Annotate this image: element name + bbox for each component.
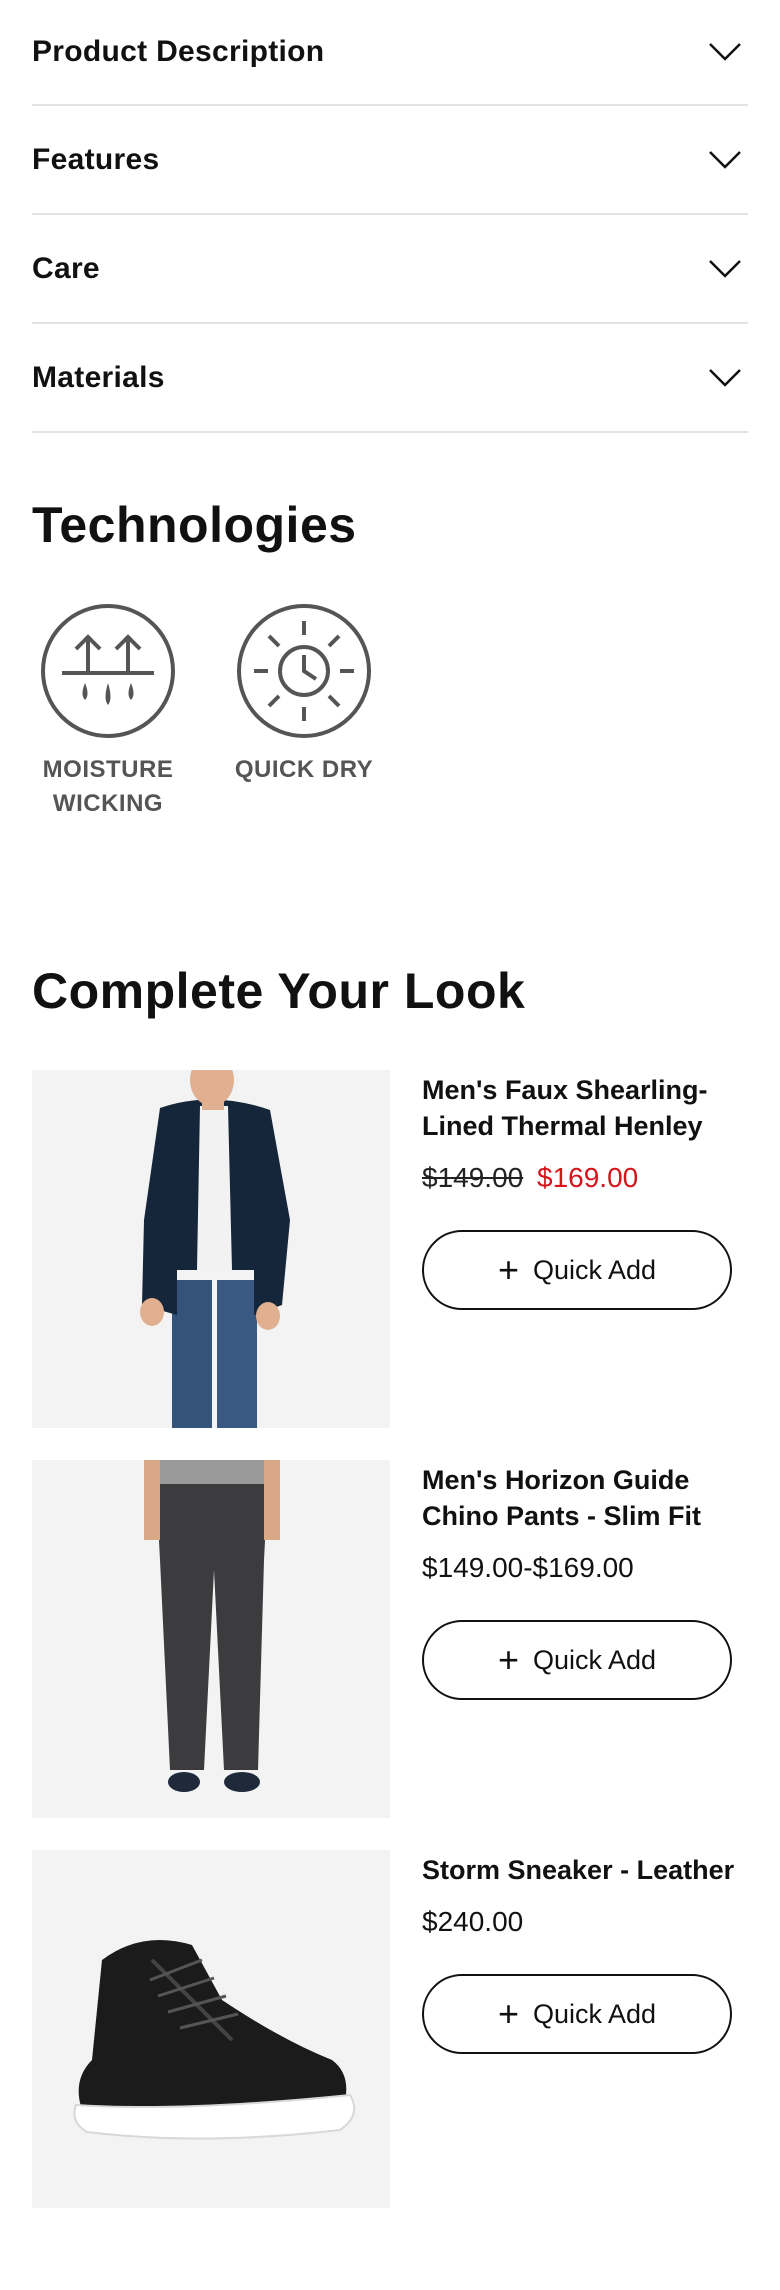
product-name[interactable]: Storm Sneaker - Leather bbox=[422, 1852, 748, 1888]
accordion-care[interactable]: Care bbox=[32, 215, 748, 324]
tech-item-moisture-wicking: MOISTURE WICKING bbox=[32, 603, 184, 821]
price: $240.00 bbox=[422, 1906, 524, 1937]
product-info: Storm Sneaker - Leather $240.00 + Quick … bbox=[422, 1850, 748, 2208]
man-in-blazer-image bbox=[32, 1070, 390, 1428]
product-list: Men's Faux Shearling-Lined Thermal Henle… bbox=[32, 1070, 748, 2240]
product-name[interactable]: Men's Faux Shearling-Lined Thermal Henle… bbox=[422, 1072, 748, 1144]
moisture-wicking-icon bbox=[41, 604, 175, 738]
complete-your-look-heading: Complete Your Look bbox=[32, 963, 526, 1019]
price: $149.00-$169.00 bbox=[422, 1552, 634, 1583]
accordion-product-description[interactable]: Product Description bbox=[32, 0, 748, 106]
product-card: Storm Sneaker - Leather $240.00 + Quick … bbox=[32, 1850, 748, 2208]
quick-add-button[interactable]: + Quick Add bbox=[422, 1620, 732, 1700]
quick-add-button[interactable]: + Quick Add bbox=[422, 1974, 732, 2054]
accordion-title: Features bbox=[32, 142, 160, 176]
product-card: Men's Faux Shearling-Lined Thermal Henle… bbox=[32, 1070, 748, 1428]
accordion-title: Care bbox=[32, 251, 100, 285]
product-image[interactable] bbox=[32, 1460, 390, 1818]
sneaker-image bbox=[32, 1850, 390, 2208]
product-image[interactable] bbox=[32, 1070, 390, 1428]
plus-icon: + bbox=[497, 1993, 519, 2034]
product-image[interactable] bbox=[32, 1850, 390, 2208]
original-price: $149.00 bbox=[422, 1162, 524, 1193]
product-card: Men's Horizon Guide Chino Pants - Slim F… bbox=[32, 1460, 748, 1818]
chevron-down-icon bbox=[709, 43, 741, 61]
accordion-features[interactable]: Features bbox=[32, 106, 748, 215]
accordion-title: Product Description bbox=[32, 35, 325, 68]
technologies-heading: Technologies bbox=[32, 497, 357, 553]
chevron-down-icon bbox=[709, 150, 741, 169]
product-details-accordion: Product Description Features Care Materi… bbox=[32, 0, 748, 433]
plus-icon: + bbox=[497, 1249, 519, 1290]
accordion-title: Materials bbox=[32, 360, 165, 394]
product-info: Men's Faux Shearling-Lined Thermal Henle… bbox=[422, 1070, 748, 1428]
sale-price: $169.00 bbox=[537, 1162, 639, 1193]
quick-add-label: Quick Add bbox=[532, 1644, 657, 1675]
price-row: $149.00 $169.00 bbox=[422, 1162, 748, 1194]
technologies-list: MOISTURE WICKING QUICK DRY bbox=[32, 603, 380, 821]
chino-pants-image bbox=[32, 1460, 390, 1818]
quick-add-label: Quick Add bbox=[532, 1998, 657, 2029]
tech-label: MOISTURE WICKING bbox=[42, 756, 174, 817]
tech-item-quick-dry: QUICK DRY bbox=[228, 603, 380, 821]
price-row: $240.00 bbox=[422, 1906, 748, 1938]
tech-label: QUICK DRY bbox=[234, 756, 374, 783]
quick-add-button[interactable]: + Quick Add bbox=[422, 1230, 732, 1310]
accordion-materials[interactable]: Materials bbox=[32, 324, 748, 433]
product-name[interactable]: Men's Horizon Guide Chino Pants - Slim F… bbox=[422, 1462, 748, 1534]
chevron-down-icon bbox=[709, 259, 741, 278]
price-row: $149.00-$169.00 bbox=[422, 1552, 748, 1584]
chevron-down-icon bbox=[709, 368, 741, 387]
plus-icon: + bbox=[497, 1639, 519, 1680]
product-info: Men's Horizon Guide Chino Pants - Slim F… bbox=[422, 1460, 748, 1818]
quick-dry-icon bbox=[237, 604, 371, 738]
quick-add-label: Quick Add bbox=[532, 1254, 657, 1285]
